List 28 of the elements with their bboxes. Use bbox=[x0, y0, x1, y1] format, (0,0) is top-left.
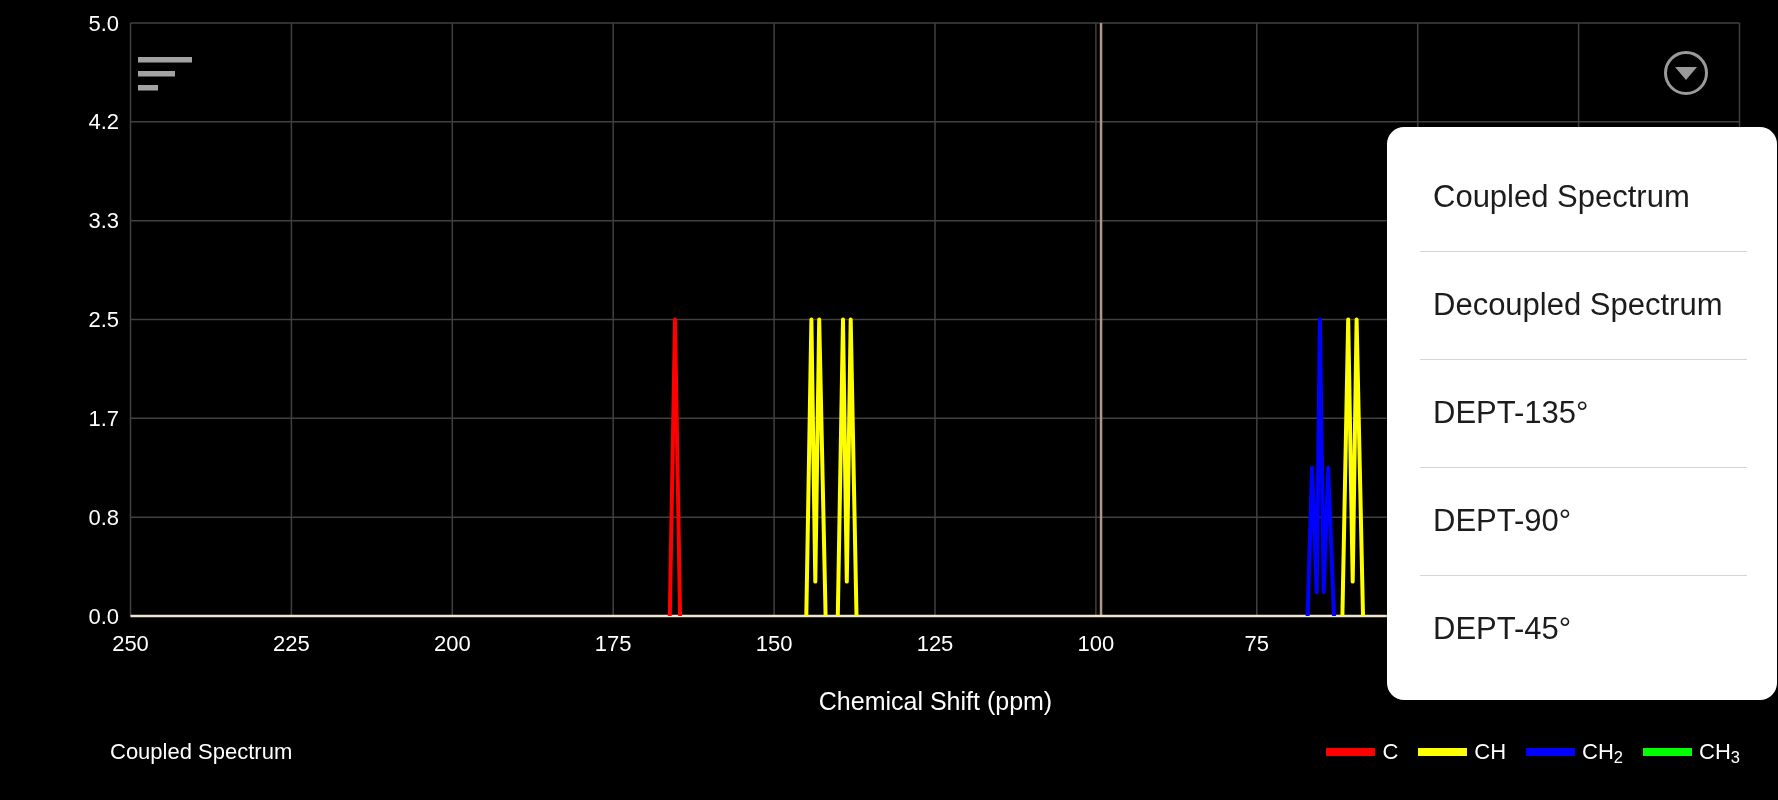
y-tick-label: 3.3 bbox=[88, 208, 119, 234]
y-tick-label: 0.0 bbox=[88, 603, 119, 629]
y-tick-label: 4.2 bbox=[88, 109, 119, 135]
dropdown-circle-icon[interactable] bbox=[1664, 51, 1708, 95]
x-tick-label: 150 bbox=[755, 630, 793, 656]
legend-label: CH$_{2}$ bbox=[1582, 738, 1624, 767]
menu-item[interactable]: DEPT-135° bbox=[1387, 360, 1777, 467]
x-tick-label: 200 bbox=[433, 630, 471, 656]
legend-label: CH bbox=[1474, 738, 1507, 766]
spectrum-mode-label: Coupled Spectrum bbox=[110, 738, 293, 766]
x-tick-label: 125 bbox=[916, 630, 954, 656]
sort-icon[interactable] bbox=[138, 57, 192, 91]
x-tick-label: 225 bbox=[273, 630, 310, 656]
menu-item[interactable]: DEPT-45° bbox=[1387, 576, 1777, 683]
y-tick-label: 0.8 bbox=[88, 504, 119, 530]
x-tick-label: 175 bbox=[594, 630, 632, 656]
menu-item[interactable]: Coupled Spectrum bbox=[1387, 144, 1777, 251]
legend-label: C bbox=[1382, 738, 1399, 766]
x-axis-title: Chemical Shift (ppm) bbox=[818, 686, 1053, 717]
menu-item[interactable]: DEPT-90° bbox=[1387, 468, 1777, 575]
x-tick-label: 100 bbox=[1077, 630, 1115, 656]
y-tick-label: 5.0 bbox=[88, 10, 119, 36]
x-tick-label: 75 bbox=[1244, 630, 1270, 656]
y-tick-label: 1.7 bbox=[88, 405, 119, 431]
x-tick-label: 250 bbox=[112, 630, 149, 656]
legend-label: CH$_{3}$ bbox=[1699, 738, 1740, 767]
y-tick-label: 2.5 bbox=[88, 307, 119, 332]
menu-item[interactable]: Decoupled Spectrum bbox=[1387, 252, 1777, 359]
